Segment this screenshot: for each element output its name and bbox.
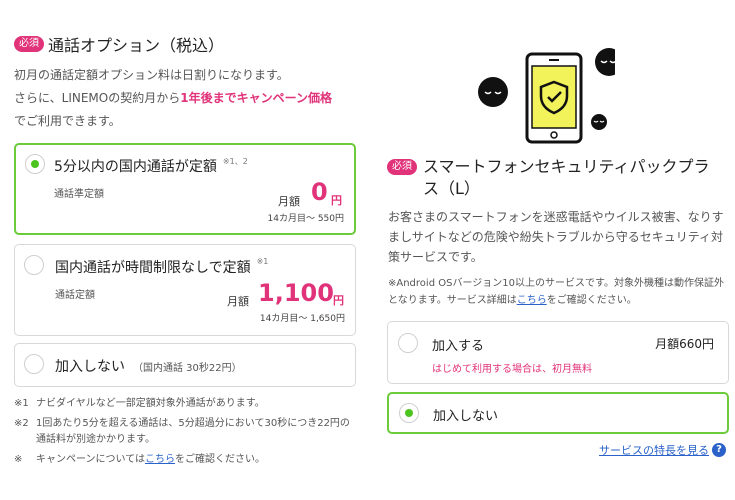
footnote: ※1 ナビダイヤルなど一部定額対象外通話があります。 (14, 396, 359, 412)
price-value: 1,100 (258, 279, 334, 307)
price-prefix: 月額 (227, 295, 249, 308)
option-no-subscription[interactable]: 加入しない （国内通話 30秒22円） (14, 343, 356, 387)
footnotes: ※1 ナビダイヤルなど一部定額対象外通話があります。 ※2 1回あたり5分を超える通… (14, 396, 359, 468)
option-label-text: 国内通話が時間制限なしで定額 (55, 260, 251, 276)
desc-text: さらに、LINEMOの契約月から (14, 91, 181, 105)
campaign-link[interactable]: こちら (145, 454, 175, 465)
price-unit: 円 (333, 294, 344, 307)
security-pack-description: お客さまのスマートフォンを迷惑電話やウイルス被害、なりすましサイトなどの危険や紛… (388, 210, 724, 264)
phone-shield-illustration (475, 42, 623, 147)
call-option-description: 初月の通話定額オプション料は日割りになります。 さらに、LINEMOの契約月から… (14, 64, 356, 133)
virus-face-icon (478, 77, 508, 107)
footnote: ※ キャンペーンについてはこちらをご確認ください。 (14, 452, 359, 468)
option-label-text: 加入しない (55, 359, 125, 375)
option-label: 加入しない （国内通話 30秒22円） (55, 356, 242, 376)
desc-line: 初月の通話定額オプション料は日割りになります。 (14, 68, 289, 82)
section-title-line: ス（L） (423, 179, 480, 198)
footnote-text-pre: キャンペーンについては (36, 454, 145, 465)
footnote: ※2 1回あたり5分を超える通話は、5分超過分において30秒につき22円の通話料が… (14, 416, 359, 448)
campaign-highlight: 1年後までキャンペーン価格 (180, 91, 332, 105)
option-subscribe[interactable]: 加入する 月額660円 はじめて利用する場合は、初月無料 (387, 321, 729, 384)
desc-line: さらに、LINEMOの契約月から1年後までキャンペーン価格 (14, 87, 356, 110)
service-features-link[interactable]: サービスの特長を見る (599, 442, 709, 458)
security-pack-header: 必須 スマートフォンセキュリティパックプラ ス（L） (387, 156, 732, 200)
option-unlimited-flat[interactable]: 国内通話が時間制限なしで定額 ※1 通話定額 月額 1,100 円 14カ月目～ … (14, 244, 356, 336)
help-icon[interactable]: ? (712, 443, 726, 457)
call-option-header: 必須 通話オプション（税込） (14, 30, 356, 58)
footnote-mark: ※ (14, 454, 23, 465)
option-label-text: 5分以内の国内通話が定額 (54, 159, 217, 175)
option-label: 加入する (432, 339, 485, 354)
option-subtitle: はじめて利用する場合は、初月無料 (432, 364, 592, 375)
option-subtitle: 通話定額 (55, 290, 95, 301)
security-pack-note: ※Android OSバージョン10以上のサービスです。対象外機種は動作保証外と… (388, 275, 728, 309)
radio-unselected[interactable] (24, 255, 44, 275)
option-subtitle: 通話準定額 (54, 189, 104, 200)
footnote-ref: ※1、2 (222, 157, 248, 166)
radio-selected[interactable] (25, 154, 45, 174)
radio-unselected[interactable] (24, 354, 44, 374)
footnote-ref: ※1 (256, 257, 269, 266)
radio-unselected[interactable] (398, 333, 418, 353)
price-unit: 円 (331, 194, 342, 207)
desc-line: でご利用できます。 (14, 114, 121, 128)
footnote-text: ナビダイヤルなど一部定額対象外通話があります。 (36, 398, 265, 409)
required-badge: 必須 (14, 36, 44, 52)
footnote-text: 1回あたり5分を超える通話は、5分超過分において30秒につき22円の通話料が別途… (36, 418, 350, 445)
footnote-text: キャンペーンについてはこちらをご確認ください。 (36, 452, 265, 468)
radio-selected[interactable] (399, 403, 419, 423)
price-note: 14カ月目～ 550円 (267, 214, 345, 224)
virus-face-icon (595, 48, 623, 76)
section-title: 通話オプション（税込） (48, 36, 225, 55)
footnote-mark: ※1 (14, 398, 29, 409)
details-link[interactable]: こちら (517, 295, 547, 306)
price-note: 14カ月目～ 1,650円 (259, 314, 345, 324)
option-label: 5分以内の国内通話が定額 ※1、2 (54, 156, 248, 176)
call-option-section: 必須 通話オプション（税込） 初月の通話定額オプション料は日割りになります。 さ… (14, 30, 356, 133)
option-label: 加入しない (433, 409, 499, 424)
option-price: 月額660円 (655, 337, 714, 351)
option-label: 国内通話が時間制限なしで定額 ※1 (55, 257, 268, 277)
virus-face-icon (591, 114, 607, 130)
price-value: 0 (311, 178, 328, 206)
option-not-subscribe[interactable]: 加入しない (387, 392, 729, 434)
section-title-line: スマートフォンセキュリティパックプラ (423, 157, 710, 176)
option-note: （国内通話 30秒22円） (133, 363, 242, 374)
footnote-text-post: をご確認ください。 (175, 454, 265, 465)
option-5min-flat[interactable]: 5分以内の国内通話が定額 ※1、2 通話準定額 月額 0 円 14カ月目～ 550… (14, 143, 356, 235)
section-title: スマートフォンセキュリティパックプラ ス（L） (423, 156, 710, 200)
note-text: をご確認ください。 (546, 295, 637, 306)
price-prefix: 月額 (278, 195, 300, 208)
footnote-mark: ※2 (14, 418, 29, 429)
required-badge: 必須 (387, 159, 417, 175)
